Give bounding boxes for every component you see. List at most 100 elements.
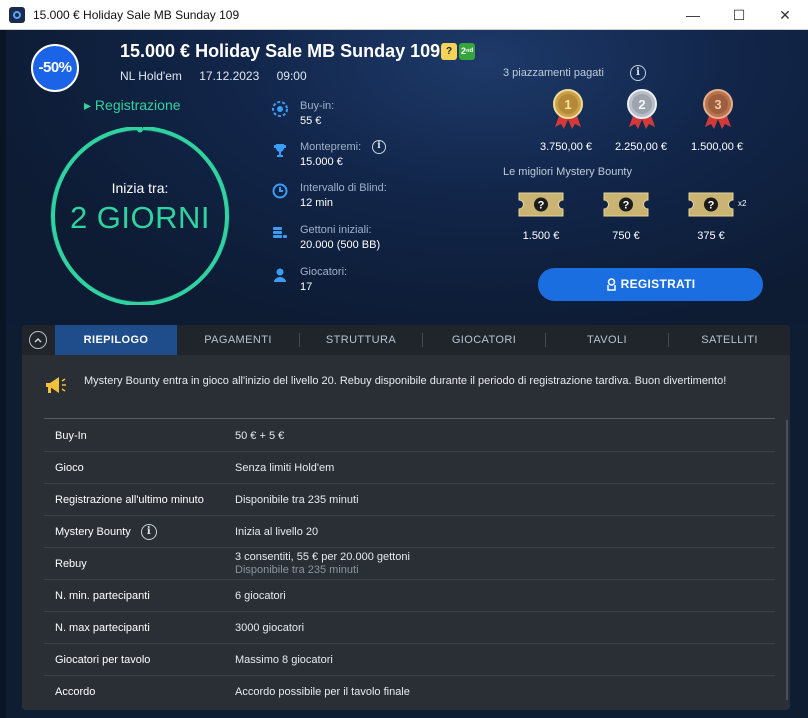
clock-icon xyxy=(272,183,288,199)
register-icon xyxy=(606,278,616,292)
row-value-text: 6 giocatori xyxy=(235,589,286,602)
prizepool-value: 15.000 € xyxy=(300,156,343,168)
row-key: Accordo xyxy=(55,686,96,698)
table-row: Mystery Bounty i Inizia al livello 20 xyxy=(44,516,775,548)
row-value-text: Massimo 8 giocatori xyxy=(235,653,333,666)
bounty-multiplier: x2 xyxy=(738,199,747,208)
table-row: Buy-In 50 € + 5 € xyxy=(44,420,775,452)
row-value: Senza limiti Hold'em xyxy=(235,452,755,484)
close-button[interactable]: ✕ xyxy=(762,3,808,27)
maximize-button[interactable]: ☐ xyxy=(716,3,762,27)
registration-status-link[interactable]: ▸ Registrazione xyxy=(84,97,181,114)
gold-medal-icon: 1 xyxy=(553,89,583,129)
notice-divider xyxy=(44,418,775,419)
bronze-medal-icon: 3 xyxy=(703,89,733,129)
bounty-ticket-icon: ? xyxy=(603,192,649,217)
table-row: N. min. partecipanti 6 giocatori xyxy=(44,580,775,612)
row-value: 50 € + 5 € xyxy=(235,420,755,452)
bounty-amount-1: 1.500 € xyxy=(522,230,560,242)
row-value-text: 50 € + 5 € xyxy=(235,429,285,442)
trophy-icon xyxy=(274,144,286,157)
minimize-button[interactable]: — xyxy=(670,3,716,27)
row-value: 3 consentiti, 55 € per 20.000 gettoni Dis… xyxy=(235,548,755,580)
scrollbar[interactable] xyxy=(786,420,788,700)
row-value: Massimo 8 giocatori xyxy=(235,644,755,676)
tab-satelliti[interactable]: SATELLITI xyxy=(669,325,790,355)
tab-tavoli[interactable]: TAVOLI xyxy=(546,325,668,355)
table-row: Rebuy 3 consentiti, 55 € per 20.000 gett… xyxy=(44,548,775,580)
buyin-label: Buy-in: xyxy=(300,100,335,112)
megaphone-icon xyxy=(46,377,66,393)
second-prize-amount: 2.250,00 € xyxy=(615,141,667,153)
tab-giocatori[interactable]: GIOCATORI xyxy=(423,325,545,355)
row-key: Gioco xyxy=(55,462,84,474)
table-row: Registrazione all'ultimo minuto Disponib… xyxy=(44,484,775,516)
gold-medal-rank: 1 xyxy=(564,97,571,112)
blind-interval-value: 12 min xyxy=(300,197,334,209)
paid-places-info-icon[interactable]: i xyxy=(630,65,646,81)
silver-medal-rank: 2 xyxy=(638,97,645,112)
register-button-label: REGISTRATI xyxy=(620,277,696,291)
tab-pagamenti[interactable]: PAGAMENTI xyxy=(177,325,299,355)
third-prize-amount: 1.500,00 € xyxy=(691,141,743,153)
svg-text:?: ? xyxy=(708,200,715,212)
paid-places-label: 3 piazzamenti pagati xyxy=(503,67,604,79)
row-value-subtext: Disponibile tra 235 minuti xyxy=(235,564,359,576)
row-value: 6 giocatori xyxy=(235,580,755,612)
row-key-text: Mystery Bounty xyxy=(55,526,131,538)
row-value-text: Senza limiti Hold'em xyxy=(235,461,335,474)
second-chance-badge-icon: 2ⁿᵈ xyxy=(459,43,475,60)
row-value-text: Accordo possibile per il tavolo finale xyxy=(235,685,410,698)
tab-bar: RIEPILOGO PAGAMENTI STRUTTURA GIOCATORI … xyxy=(22,325,790,355)
starting-chips-label: Gettoni iniziali: xyxy=(300,224,372,236)
mystery-badge-icon: ? xyxy=(441,43,457,60)
table-row: Accordo Accordo possibile per il tavolo … xyxy=(44,676,775,708)
details-panel: RIEPILOGO PAGAMENTI STRUTTURA GIOCATORI … xyxy=(22,325,790,710)
summary-table: Buy-In 50 € + 5 € Gioco Senza limiti Hol… xyxy=(44,420,775,708)
register-button[interactable]: REGISTRATI xyxy=(538,268,763,301)
chevron-up-icon xyxy=(34,337,42,343)
players-value: 17 xyxy=(300,281,313,293)
silver-medal-icon: 2 xyxy=(627,89,657,129)
row-key: Rebuy xyxy=(55,558,87,570)
row-value-text: Inizia al livello 20 xyxy=(235,525,319,538)
svg-text:?: ? xyxy=(623,200,630,212)
window-title: 15.000 € Holiday Sale MB Sunday 109 xyxy=(33,8,240,22)
first-prize-amount: 3.750,00 € xyxy=(540,141,592,153)
bronze-medal-rank: 3 xyxy=(714,97,721,112)
bounty-ticket-icon: ? xyxy=(688,192,734,217)
tab-riepilogo[interactable]: RIEPILOGO xyxy=(55,325,177,355)
tournament-subtitle: NL Hold'em 17.12.2023 09:00 xyxy=(120,69,321,83)
prizepool-info-icon[interactable]: i xyxy=(372,140,386,154)
table-row: Gioco Senza limiti Hold'em xyxy=(44,452,775,484)
row-value: Inizia al livello 20 xyxy=(235,516,755,548)
countdown-label: Inizia tra: xyxy=(111,180,169,196)
collapse-toggle[interactable] xyxy=(29,331,47,349)
bounty-amount-2: 750 € xyxy=(612,230,640,242)
table-row: Giocatori per tavolo Massimo 8 giocatori xyxy=(44,644,775,676)
notice-text: Mystery Bounty entra in gioco all'inizio… xyxy=(84,375,727,387)
buyin-value: 55 € xyxy=(300,115,322,127)
table-row: N. max partecipanti 3000 giocatori xyxy=(44,612,775,644)
row-key: N. max partecipanti xyxy=(55,622,150,634)
row-key: Giocatori per tavolo xyxy=(55,654,151,666)
starting-chips-value: 20.000 (500 BB) xyxy=(300,239,381,251)
discount-badge: -50% xyxy=(31,44,79,92)
svg-text:?: ? xyxy=(538,200,545,212)
tab-struttura[interactable]: STRUTTURA xyxy=(300,325,422,355)
player-icon xyxy=(274,268,286,282)
row-value: 3000 giocatori xyxy=(235,612,755,644)
mystery-bounty-label: Le migliori Mystery Bounty xyxy=(503,166,632,178)
bounty-ticket-icon: ? xyxy=(518,192,564,217)
countdown-value: 2 GIORNI xyxy=(69,200,211,235)
row-value: Accordo possibile per il tavolo finale xyxy=(235,676,755,708)
row-key: Buy-In xyxy=(55,430,87,442)
bounty-amount-3: 375 € xyxy=(697,230,725,242)
row-value-text: Disponibile tra 235 minuti xyxy=(235,493,359,506)
row-value-text: 3 consentiti, 55 € per 20.000 gettoni xyxy=(235,551,410,563)
mystery-bounty-info-icon[interactable]: i xyxy=(140,524,157,540)
players-label: Giocatori: xyxy=(300,266,348,278)
prizepool-label: Montepremi: xyxy=(300,141,362,153)
start-date: 17.12.2023 xyxy=(199,69,260,83)
tournament-title: 15.000 € Holiday Sale MB Sunday 109 xyxy=(120,41,441,61)
